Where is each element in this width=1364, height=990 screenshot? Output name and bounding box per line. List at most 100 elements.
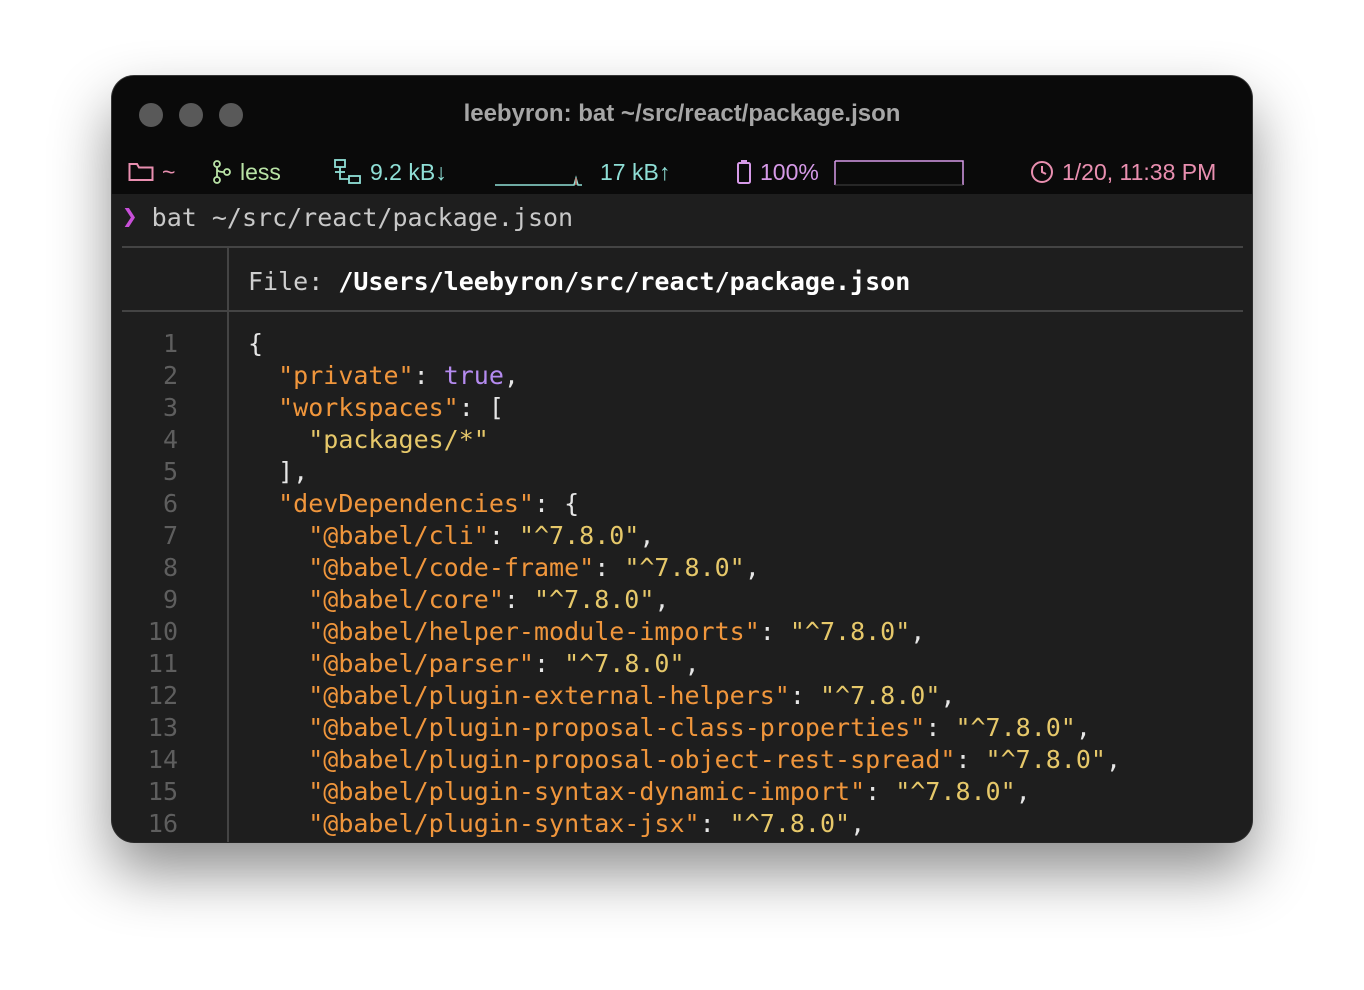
json-punctuation: ,: [1105, 745, 1122, 774]
code-line: "@babel/cli": "^7.8.0",: [248, 520, 1121, 552]
json-punctuation: {: [248, 329, 264, 358]
json-punctuation: ,: [639, 521, 655, 550]
json-punctuation: ,: [684, 649, 700, 678]
json-punctuation: ,: [1075, 713, 1091, 742]
code-line: "@babel/helper-module-imports": "^7.8.0"…: [248, 616, 1121, 648]
json-punctuation: [248, 617, 308, 646]
line-number: 16: [147, 809, 178, 838]
json-punctuation: ,: [850, 809, 866, 838]
clock-icon: [1030, 160, 1054, 184]
battery-percent: 100%: [760, 158, 819, 185]
json-string: "^7.8.0": [985, 745, 1106, 774]
window-title: leebyron: bat ~/src/react/package.json: [463, 100, 901, 127]
json-punctuation: ,: [654, 585, 670, 614]
line-number: 4: [162, 425, 178, 454]
file-path: /Users/leebyron/src/react/package.json: [338, 266, 911, 296]
json-punctuation: [248, 681, 308, 710]
clock-segment[interactable]: 1/20, 11:38 PM: [1030, 157, 1216, 187]
status-bar: ~ less 9.2 kB↓ 17 kB↑ 100% 1/20, 11:38 P…: [112, 152, 1252, 194]
json-punctuation: :: [699, 809, 730, 838]
json-punctuation: ,: [910, 617, 926, 646]
terminal-content[interactable]: ❯ bat ~/src/react/package.json File: /Us…: [112, 194, 1252, 842]
prompt-arrow-icon: ❯: [122, 202, 138, 232]
line-number: 6: [162, 489, 178, 518]
code-line: {: [248, 328, 1121, 360]
json-key: "@babel/core": [308, 585, 504, 614]
json-key: "@babel/plugin-syntax-dynamic-import": [308, 777, 866, 806]
json-punctuation: ,: [1015, 777, 1031, 806]
code-line: "@babel/plugin-proposal-object-rest-spre…: [248, 744, 1121, 776]
json-key: "@babel/cli": [308, 521, 489, 550]
json-key: "@babel/plugin-external-helpers": [308, 681, 790, 710]
json-punctuation: [248, 649, 308, 678]
json-key: "workspaces": [278, 393, 459, 422]
line-number: 9: [162, 585, 178, 614]
code-line: "@babel/plugin-syntax-dynamic-import": "…: [248, 776, 1121, 808]
branch-label: less: [240, 158, 281, 185]
command-prompt: ❯ bat ~/src/react/package.json: [122, 200, 573, 234]
clock-label: 1/20, 11:38 PM: [1062, 158, 1217, 185]
network-segment[interactable]: 9.2 kB↓: [334, 157, 447, 187]
json-key: "@babel/helper-module-imports": [308, 617, 760, 646]
git-branch-icon: [212, 160, 232, 184]
json-punctuation: [248, 521, 308, 550]
json-key: "devDependencies": [278, 489, 534, 518]
json-punctuation: : [: [458, 393, 504, 422]
line-number: 7: [162, 521, 178, 550]
line-number: 12: [147, 681, 178, 710]
download-rate: 9.2 kB↓: [370, 158, 447, 185]
json-string: "^7.8.0": [534, 585, 655, 614]
json-punctuation: [248, 553, 308, 582]
line-number: 1: [162, 329, 178, 358]
json-punctuation: [248, 713, 308, 742]
title-bar: leebyron: bat ~/src/react/package.json: [112, 76, 1252, 152]
code-line: "private": true,: [248, 360, 1121, 392]
code-line: "@babel/parser": "^7.8.0",: [248, 648, 1121, 680]
gutter-separator: [227, 247, 229, 842]
json-key: "@babel/plugin-syntax-jsx": [308, 809, 700, 838]
line-number: 10: [147, 617, 178, 646]
terminal-window: leebyron: bat ~/src/react/package.json ~…: [112, 76, 1252, 842]
line-number-gutter: 1 2 3 4 5 6 7 8 9 10 11 12 13 14 15 16: [122, 328, 178, 840]
code-line: "@babel/plugin-external-helpers": "^7.8.…: [248, 680, 1121, 712]
command-text: bat ~/src/react/package.json: [151, 202, 574, 232]
battery-sparkline: [834, 160, 964, 186]
json-string: "^7.8.0": [564, 649, 685, 678]
json-key: "@babel/plugin-proposal-class-properties…: [308, 713, 926, 742]
json-string: "^7.8.0": [518, 521, 640, 550]
folder-icon: [128, 162, 154, 182]
network-icon: [334, 159, 362, 185]
file-header: File: /Users/leebyron/src/react/package.…: [248, 264, 910, 298]
json-punctuation: [248, 393, 278, 422]
code-line: "devDependencies": {: [248, 488, 1121, 520]
json-punctuation: :: [503, 585, 534, 614]
json-punctuation: ],: [248, 457, 309, 486]
code-line: "@babel/plugin-proposal-class-properties…: [248, 712, 1121, 744]
json-punctuation: : {: [533, 489, 580, 518]
json-string: "packages/*": [308, 425, 489, 454]
upload-segment: 17 kB↑: [600, 157, 670, 187]
branch-segment[interactable]: less: [212, 157, 281, 187]
code-line: "packages/*": [248, 424, 1121, 456]
json-punctuation: [248, 585, 308, 614]
json-punctuation: :: [955, 745, 986, 774]
folder-segment[interactable]: ~: [128, 157, 175, 187]
json-punctuation: :: [789, 681, 820, 710]
battery-segment[interactable]: 100%: [736, 157, 819, 187]
json-key: "@babel/plugin-proposal-object-rest-spre…: [308, 745, 956, 774]
code-line: "workspaces": [: [248, 392, 1121, 424]
json-punctuation: [248, 425, 308, 454]
file-label: File:: [248, 266, 339, 296]
code-line: ],: [248, 456, 1121, 488]
json-string: "^7.8.0": [819, 681, 941, 710]
line-number: 13: [147, 713, 178, 742]
json-string: "^7.8.0": [955, 713, 1076, 742]
json-punctuation: ,: [744, 553, 760, 582]
json-punctuation: ,: [503, 361, 519, 390]
header-bottom-rule: [122, 310, 1243, 312]
json-key: "@babel/code-frame": [308, 553, 595, 582]
json-boolean: true: [443, 361, 504, 390]
json-string: "^7.8.0": [789, 617, 911, 646]
json-punctuation: [248, 809, 308, 838]
code-line: "@babel/code-frame": "^7.8.0",: [248, 552, 1121, 584]
